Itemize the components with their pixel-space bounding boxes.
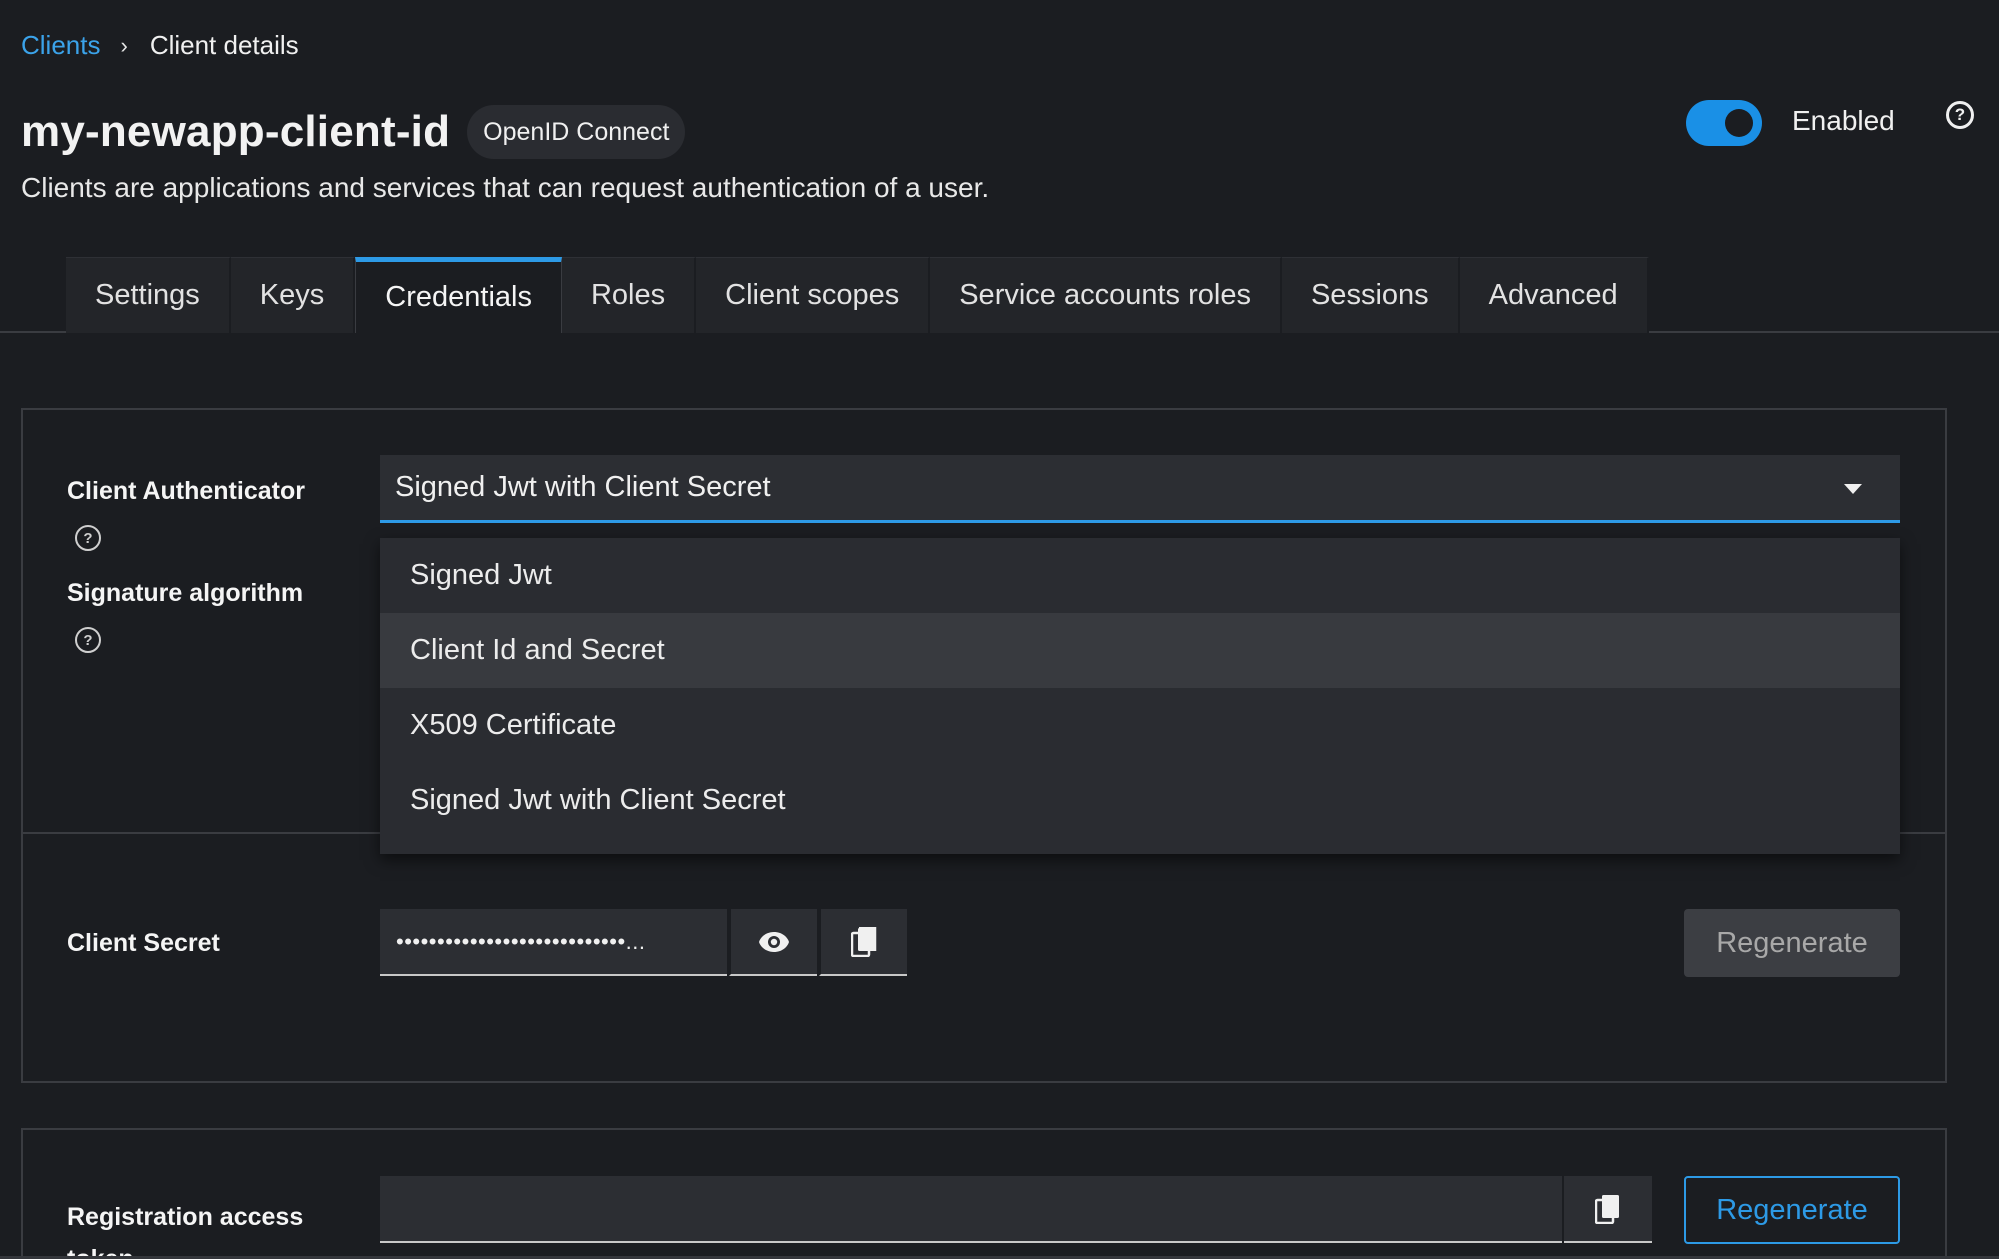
breadcrumb-clients-link[interactable]: Clients [21,30,100,61]
copy-icon [1595,1194,1619,1224]
protocol-badge: OpenID Connect [467,105,686,159]
client-authenticator-label: Client Authenticator [67,477,305,505]
show-secret-button[interactable] [729,909,817,976]
tab-advanced[interactable]: Advanced [1459,257,1649,333]
tab-service-accounts-roles[interactable]: Service accounts roles [930,257,1282,333]
client-authenticator-help-icon[interactable]: ? [75,525,101,551]
tab-keys[interactable]: Keys [230,257,356,333]
chevron-right-icon: › [120,32,128,58]
page-subtitle: Clients are applications and services th… [21,172,990,203]
selected-authenticator: Signed Jwt with Client Secret [395,471,771,503]
registration-token-input[interactable] [380,1176,1562,1243]
tab-credentials[interactable]: Credentials [355,257,562,333]
menu-item-client-id-and-secret[interactable]: Client Id and Secret [380,613,1900,688]
tab-sessions[interactable]: Sessions [1281,257,1460,333]
client-authenticator-select[interactable]: Signed Jwt with Client Secret [380,455,1900,523]
caret-down-icon [1844,484,1862,494]
client-secret-label: Client Secret [67,929,220,957]
toggle-knob [1725,109,1753,137]
enabled-label: Enabled [1792,105,1895,136]
menu-item-x509-certificate[interactable]: X509 Certificate [380,688,1900,763]
signature-algorithm-help-icon[interactable]: ? [75,627,101,653]
tab-roles[interactable]: Roles [561,257,697,333]
registration-token-label: Registration access token [67,1203,304,1259]
copy-token-button[interactable] [1564,1176,1652,1243]
menu-item-signed-jwt[interactable]: Signed Jwt [380,538,1900,613]
authenticator-dropdown-menu: Signed Jwt Client Id and Secret X509 Cer… [380,538,1900,854]
tab-client-scopes[interactable]: Client scopes [696,257,931,333]
help-icon[interactable]: ? [1946,101,1974,129]
client-details-page: Clients › Client details my-newapp-clien… [0,0,1999,1259]
signature-algorithm-label: Signature algorithm [67,579,304,607]
tab-settings[interactable]: Settings [66,257,231,333]
breadcrumb: Clients › Client details [21,30,299,61]
regenerate-token-button[interactable]: Regenerate [1684,1176,1900,1244]
enabled-toggle[interactable] [1686,100,1762,146]
copy-icon [851,926,877,957]
client-secret-input[interactable]: ••••••••••••••••••••••••••••... [380,909,727,976]
page-header: my-newapp-client-id OpenID Connect [21,105,686,159]
menu-item-signed-jwt-with-client-secret[interactable]: Signed Jwt with Client Secret [380,763,1900,838]
tab-bar: Settings Keys Credentials Roles Client s… [66,257,1649,333]
copy-secret-button[interactable] [819,909,907,976]
page-title: my-newapp-client-id [21,107,451,156]
eye-icon [759,931,789,952]
regenerate-secret-button[interactable]: Regenerate [1684,909,1900,977]
breadcrumb-current: Client details [149,30,299,60]
